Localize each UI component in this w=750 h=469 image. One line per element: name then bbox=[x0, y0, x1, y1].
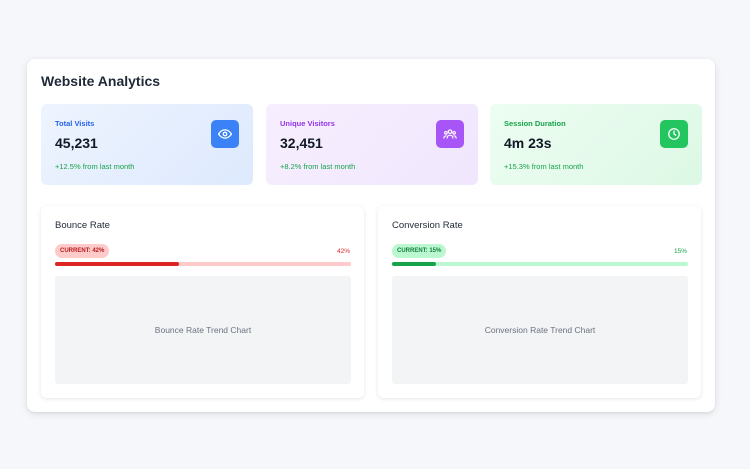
trend-chart-placeholder: Conversion Rate Trend Chart bbox=[392, 276, 688, 384]
current-badge: CURRENT: 42% bbox=[55, 244, 110, 258]
card-title: Bounce Rate bbox=[55, 220, 110, 231]
clock-icon bbox=[660, 120, 688, 148]
analytics-panel: Website Analytics Total Visits 45,231 +1… bbox=[27, 59, 715, 412]
stat-value: 45,231 bbox=[55, 135, 98, 151]
stat-label: Total Visits bbox=[55, 119, 95, 128]
stat-card-unique-visitors: Unique Visitors 32,451 +8.2% from last m… bbox=[266, 104, 478, 185]
stat-label: Unique Visitors bbox=[280, 119, 335, 128]
bounce-rate-card: Bounce Rate CURRENT: 42% 42% Bounce Rate… bbox=[41, 206, 364, 398]
progress-track bbox=[55, 262, 351, 266]
percent-label: 15% bbox=[673, 248, 687, 255]
eye-icon bbox=[211, 120, 239, 148]
stat-card-total-visits: Total Visits 45,231 +12.5% from last mon… bbox=[41, 104, 253, 185]
card-title: Conversion Rate bbox=[392, 220, 463, 231]
progress-track bbox=[392, 262, 688, 266]
users-icon bbox=[436, 120, 464, 148]
stat-value: 4m 23s bbox=[504, 135, 552, 151]
progress-fill bbox=[392, 262, 437, 266]
stat-change: +12.5% from last month bbox=[55, 162, 135, 171]
current-badge: CURRENT: 15% bbox=[392, 244, 447, 258]
conversion-rate-card: Conversion Rate CURRENT: 15% 15% Convers… bbox=[378, 206, 701, 398]
page-title: Website Analytics bbox=[41, 73, 161, 89]
stat-change: +15.3% from last month bbox=[504, 162, 584, 171]
percent-label: 42% bbox=[336, 248, 350, 255]
stat-label: Session Duration bbox=[504, 119, 566, 128]
stat-value: 32,451 bbox=[280, 135, 323, 151]
stat-change: +8.2% from last month bbox=[280, 162, 356, 171]
progress-fill bbox=[55, 262, 180, 266]
trend-chart-placeholder: Bounce Rate Trend Chart bbox=[55, 276, 351, 384]
stat-card-session-duration: Session Duration 4m 23s +15.3% from last… bbox=[490, 104, 702, 185]
